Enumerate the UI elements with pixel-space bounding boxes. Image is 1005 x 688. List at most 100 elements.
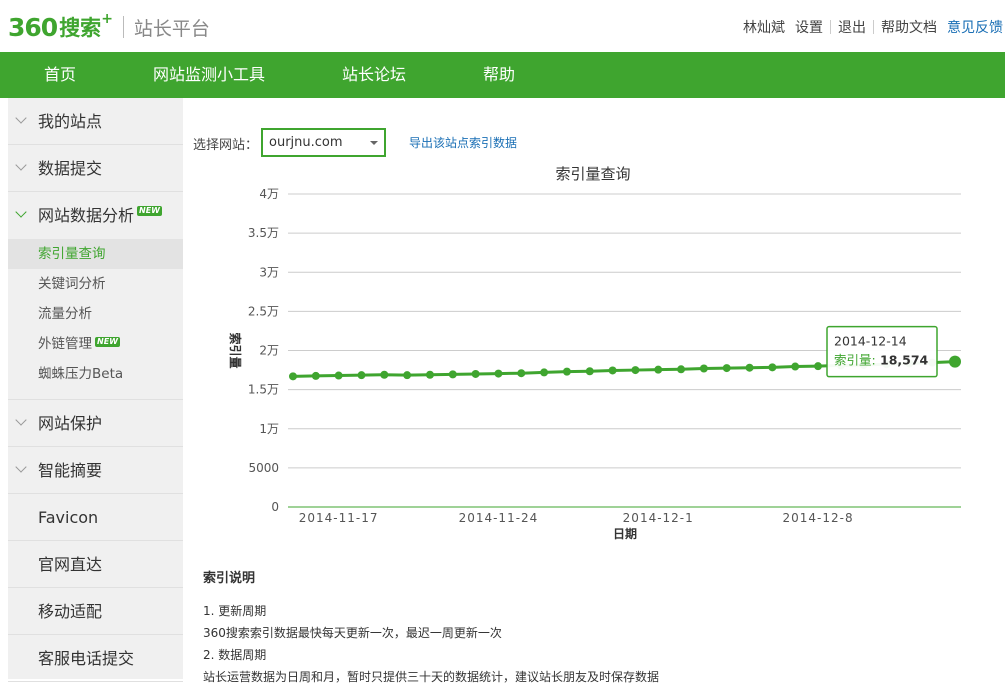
- logout-link[interactable]: 退出: [838, 17, 866, 37]
- x-axis-title: 日期: [613, 526, 637, 541]
- settings-link[interactable]: 设置: [795, 17, 823, 37]
- sidebar-group-site-protect[interactable]: 网站保护: [8, 400, 183, 447]
- sidebar-group-label: 数据提交: [38, 159, 103, 178]
- sidebar-group-label: Favicon: [38, 508, 99, 527]
- data-point: [517, 369, 526, 378]
- logo-subtitle: 站长平台: [133, 17, 210, 40]
- nav-monitor-tools[interactable]: 网站监测小工具: [153, 52, 265, 98]
- explanation-item1-title: 1. 更新周期: [203, 604, 267, 618]
- data-point: [334, 371, 343, 380]
- chevron-down-icon: [15, 112, 27, 124]
- site-select-value: ourjnu.com: [269, 135, 343, 150]
- data-point: [425, 370, 434, 379]
- new-badge: NEW: [95, 337, 120, 347]
- sidebar-sub-list: 索引量查询 关键词分析 流量分析 外链管理 NEW 蜘蛛压力Beta: [8, 239, 183, 400]
- nav-help[interactable]: 帮助: [483, 52, 515, 98]
- sidebar-group-label: 移动适配: [38, 602, 103, 621]
- x-tick-label: 2014-12-1: [623, 511, 694, 525]
- divider: [873, 20, 874, 34]
- y-tick-label: 4万: [259, 187, 279, 201]
- sidebar-group-label: 我的站点: [38, 112, 103, 131]
- user-name-link[interactable]: 林灿斌: [743, 17, 785, 37]
- sidebar-item-mobile-adapt[interactable]: 移动适配: [8, 588, 183, 635]
- nav-forum[interactable]: 站长论坛: [342, 52, 406, 98]
- data-point: [677, 365, 686, 374]
- y-tick-label: 2.5万: [248, 304, 279, 318]
- y-tick-label: 1万: [259, 422, 279, 436]
- explanation-item2-title: 2. 数据周期: [203, 648, 267, 662]
- x-tick-label: 2014-12-8: [782, 511, 853, 525]
- sidebar-item-backlinks[interactable]: 外链管理 NEW: [8, 329, 183, 359]
- explanation-item2-text: 站长运营数据为日周和月，暂时只提供三十天的数据统计，建议站长朋友及时保存数据: [203, 670, 660, 684]
- logo-plus-text: +: [101, 11, 113, 27]
- chart-title: 索引量查询: [555, 165, 630, 183]
- logo-divider: [122, 16, 124, 38]
- sidebar-item-index-query[interactable]: 索引量查询: [8, 239, 183, 269]
- data-point: [791, 362, 800, 371]
- data-point: [448, 370, 457, 379]
- explanation-title: 索引说明: [203, 571, 256, 586]
- data-point: [745, 363, 754, 372]
- select-site-label: 选择网站：: [193, 138, 259, 153]
- data-point: [471, 369, 480, 378]
- data-point: [699, 364, 708, 373]
- x-tick-label: 2014-11-24: [459, 511, 539, 525]
- index-explanation: 索引说明 1. 更新周期 360搜索索引数据最快每天更新一次，最迟一周更新一次 …: [203, 567, 983, 688]
- new-badge: NEW: [137, 206, 162, 216]
- x-tick-label: 2014-11-17: [299, 511, 379, 525]
- main-content: 选择网站： ourjnu.com 导出该站点索引数据 索引量查询 0 5000 1万 1…: [193, 98, 1005, 684]
- y-tick-label: 3万: [259, 265, 279, 279]
- data-point: [722, 364, 731, 373]
- logo-360-text: 360: [8, 12, 58, 42]
- y-tick-label: 5000: [248, 461, 279, 475]
- y-tick-label: 1.5万: [248, 383, 279, 397]
- data-point: [654, 365, 663, 374]
- y-axis-title: 索引量: [228, 332, 243, 368]
- sidebar-group-label: 网站保护: [38, 414, 103, 433]
- chevron-down-icon: [15, 206, 27, 218]
- sidebar-group-smart-summary[interactable]: 智能摘要: [8, 447, 183, 494]
- site-select[interactable]: ourjnu.com: [261, 128, 386, 157]
- help-docs-link[interactable]: 帮助文档: [881, 17, 937, 37]
- y-tick-label: 2万: [259, 344, 279, 358]
- data-point: [311, 371, 320, 380]
- sidebar-item-keyword-analysis[interactable]: 关键词分析: [8, 269, 183, 299]
- feedback-link[interactable]: 意见反馈: [947, 17, 1003, 37]
- nav-home[interactable]: 首页: [44, 52, 76, 98]
- main-nav: 首页 网站监测小工具 站长论坛 帮助: [0, 52, 1005, 98]
- user-links: 林灿斌 设置 退出 帮助文档 意见反馈: [743, 17, 1003, 37]
- data-point: [949, 355, 961, 368]
- sidebar-group-label: 客服电话提交: [38, 649, 135, 668]
- sidebar-item-official-site[interactable]: 官网直达: [8, 541, 183, 588]
- sidebar-group-my-sites[interactable]: 我的站点: [8, 98, 183, 145]
- data-point: [814, 362, 823, 371]
- chevron-down-icon: [370, 141, 378, 145]
- data-point: [357, 371, 366, 380]
- data-point: [403, 371, 412, 380]
- sidebar-group-data-submit[interactable]: 数据提交: [8, 145, 183, 192]
- index-chart-svg: 索引量查询 0 5000 1万 1.5万 2万 2.5万 3万 3.5万 4万 2014-11-17…: [228, 165, 961, 541]
- logo[interactable]: 360 搜索 + 站长平台: [8, 11, 210, 42]
- y-tick-label: 3.5万: [248, 226, 279, 240]
- chevron-down-icon: [15, 414, 27, 426]
- tooltip-value: 18,574: [880, 353, 929, 368]
- chevron-down-icon: [15, 159, 27, 171]
- data-point: [494, 369, 503, 378]
- data-point: [631, 366, 640, 375]
- top-header: 360 搜索 + 站长平台 林灿斌 设置 退出 帮助文档 意见反馈: [0, 0, 1005, 52]
- logo-search-text: 搜索: [59, 16, 102, 40]
- tooltip-label: 索引量:: [834, 353, 876, 368]
- sidebar-item-phone-submit[interactable]: 客服电话提交: [8, 635, 183, 682]
- data-point: [289, 372, 297, 381]
- sidebar-group-label: 智能摘要: [38, 461, 103, 480]
- sidebar-item-favicon[interactable]: Favicon: [8, 494, 183, 541]
- data-point: [562, 367, 571, 376]
- sidebar-item-traffic-analysis[interactable]: 流量分析: [8, 299, 183, 329]
- divider: [830, 20, 831, 34]
- export-index-data-link[interactable]: 导出该站点索引数据: [409, 134, 517, 151]
- data-point: [540, 368, 549, 377]
- data-point: [585, 367, 594, 376]
- sidebar-group-label: 网站数据分析: [38, 206, 135, 225]
- sidebar-group-data-analysis[interactable]: 网站数据分析 NEW: [8, 192, 183, 239]
- sidebar-item-spider-pressure[interactable]: 蜘蛛压力Beta: [8, 359, 183, 389]
